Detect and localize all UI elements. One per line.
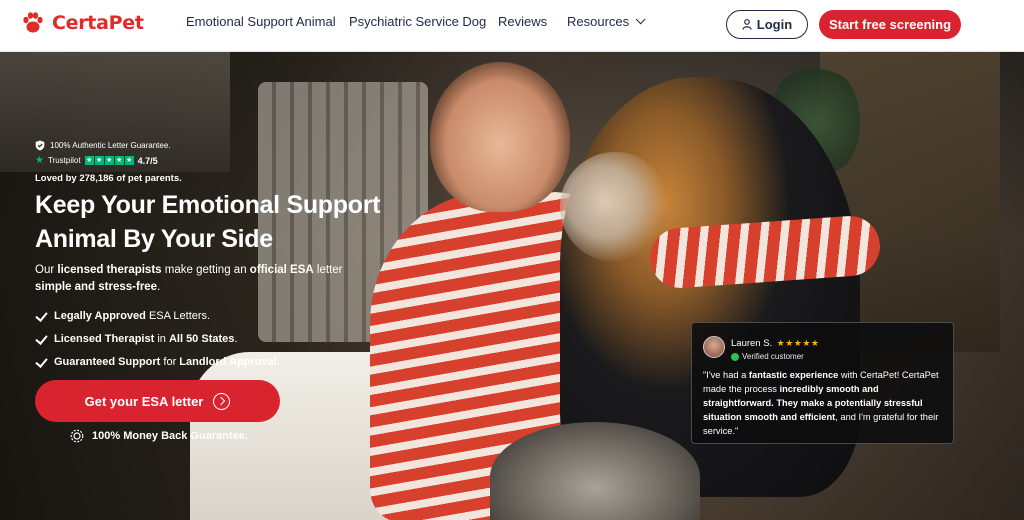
review-header: Lauren S. ★★★★★ Verified customer xyxy=(703,333,942,361)
benefit-rest: . xyxy=(276,355,280,368)
reviewer-name: Lauren S. xyxy=(731,338,773,349)
nav-resources-label: Resources xyxy=(567,14,630,29)
star-icon: ★ xyxy=(84,156,94,165)
chevron-down-icon xyxy=(635,14,646,25)
sub-bold: licensed therapists xyxy=(57,264,162,276)
letter-guarantee: 100% Authentic Letter Guarantee. xyxy=(35,140,171,151)
check-icon xyxy=(35,333,47,345)
arrow-circle-icon xyxy=(213,392,231,410)
benefit-rest: . xyxy=(234,332,238,345)
benefit-item: Licensed Therapist in All 50 States. xyxy=(35,327,280,350)
benefit-bold: Landlord Approval xyxy=(179,355,277,368)
money-back-text: 100% Money Back Guarantee. xyxy=(92,430,248,442)
review-text: "I've had a fantastic experience with Ce… xyxy=(703,368,942,438)
sub-text: make getting an xyxy=(161,264,250,276)
shield-check-icon xyxy=(35,140,45,151)
benefit-text: Guaranteed Support for Landlord Approval… xyxy=(54,356,280,368)
hero-subtitle: Our licensed therapists make getting an … xyxy=(35,262,355,296)
benefit-bold: Legally Approved xyxy=(54,309,146,322)
review-fragment: "I've had a xyxy=(703,370,749,380)
sub-text: . xyxy=(157,281,161,293)
benefit-text: Legally Approved ESA Letters. xyxy=(54,310,210,322)
sub-text: Our xyxy=(35,264,58,276)
rating-value: 4.7/5 xyxy=(137,155,158,166)
verified-text: Verified customer xyxy=(742,352,804,361)
benefit-mid: in xyxy=(154,332,169,345)
benefit-rest: ESA Letters. xyxy=(145,309,211,322)
sub-bold: official ESA xyxy=(249,264,314,276)
trustpilot-stars: ★ ★ ★ ★ ★ xyxy=(84,156,134,165)
check-icon xyxy=(35,310,47,322)
trustpilot-rating[interactable]: ★ Trustpilot ★ ★ ★ ★ ★ 4.7/5 xyxy=(35,155,158,166)
review-stars: ★★★★★ xyxy=(776,338,820,348)
benefit-item: Legally Approved ESA Letters. xyxy=(35,304,280,327)
star-icon: ★ xyxy=(94,156,104,165)
star-icon: ★ xyxy=(114,156,124,165)
benefit-item: Guaranteed Support for Landlord Approval… xyxy=(35,350,280,373)
benefit-bold: All 50 States xyxy=(168,332,235,345)
verified-check-icon xyxy=(731,352,739,361)
trustpilot-label: Trustpilot xyxy=(47,156,81,165)
logo-text: CertaPet xyxy=(52,12,144,34)
login-label: Login xyxy=(756,17,793,32)
benefit-text: Licensed Therapist in All 50 States. xyxy=(54,333,237,345)
hero-section: 100% Authentic Letter Guarantee. ★ Trust… xyxy=(0,52,1024,520)
badge-icon xyxy=(70,429,84,443)
nav-psychiatric-service-dog[interactable]: Psychiatric Service Dog xyxy=(349,14,486,29)
get-esa-letter-button[interactable]: Get your ESA letter xyxy=(35,380,280,422)
star-icon: ★ xyxy=(124,156,134,165)
money-back-guarantee: 100% Money Back Guarantee. xyxy=(70,429,248,443)
headline-line-1: Keep Your Emotional Support xyxy=(35,191,381,219)
nav-reviews[interactable]: Reviews xyxy=(498,14,547,29)
hero-headline: Keep Your Emotional Support Animal By Yo… xyxy=(35,188,415,256)
trustpilot-star-icon: ★ xyxy=(35,155,44,166)
user-icon xyxy=(742,19,752,30)
headline-line-2: Animal By Your Side xyxy=(35,225,273,253)
check-icon xyxy=(35,356,47,368)
benefit-mid: for xyxy=(160,355,180,368)
nav-resources[interactable]: Resources xyxy=(567,14,646,29)
review-card: Lauren S. ★★★★★ Verified customer "I've … xyxy=(691,322,954,444)
review-bold: fantastic experience xyxy=(748,370,839,380)
avatar xyxy=(703,336,725,358)
sub-bold: simple and stress-free xyxy=(35,281,158,293)
benefit-bold: Guaranteed Support xyxy=(54,355,161,368)
guarantee-text: 100% Authentic Letter Guarantee. xyxy=(50,141,171,150)
loved-by-text: Loved by 278,186 of pet parents. xyxy=(35,173,182,184)
reviewer-info: Lauren S. ★★★★★ Verified customer xyxy=(731,333,820,361)
star-icon: ★ xyxy=(104,156,114,165)
benefits-list: Legally Approved ESA Letters. Licensed T… xyxy=(35,304,280,373)
paw-icon xyxy=(23,12,43,33)
nav-emotional-support-animal[interactable]: Emotional Support Animal xyxy=(186,14,336,29)
start-screening-button[interactable]: Start free screening xyxy=(819,10,961,39)
login-button[interactable]: Login xyxy=(726,10,808,39)
site-header: CertaPet Emotional Support Animal Psychi… xyxy=(0,0,1024,52)
sub-text: letter xyxy=(313,264,343,276)
benefit-bold: Licensed Therapist xyxy=(54,332,155,345)
cta-label: Get your ESA letter xyxy=(84,393,204,409)
verified-badge: Verified customer xyxy=(731,352,820,361)
certapet-logo[interactable]: CertaPet xyxy=(20,10,144,36)
